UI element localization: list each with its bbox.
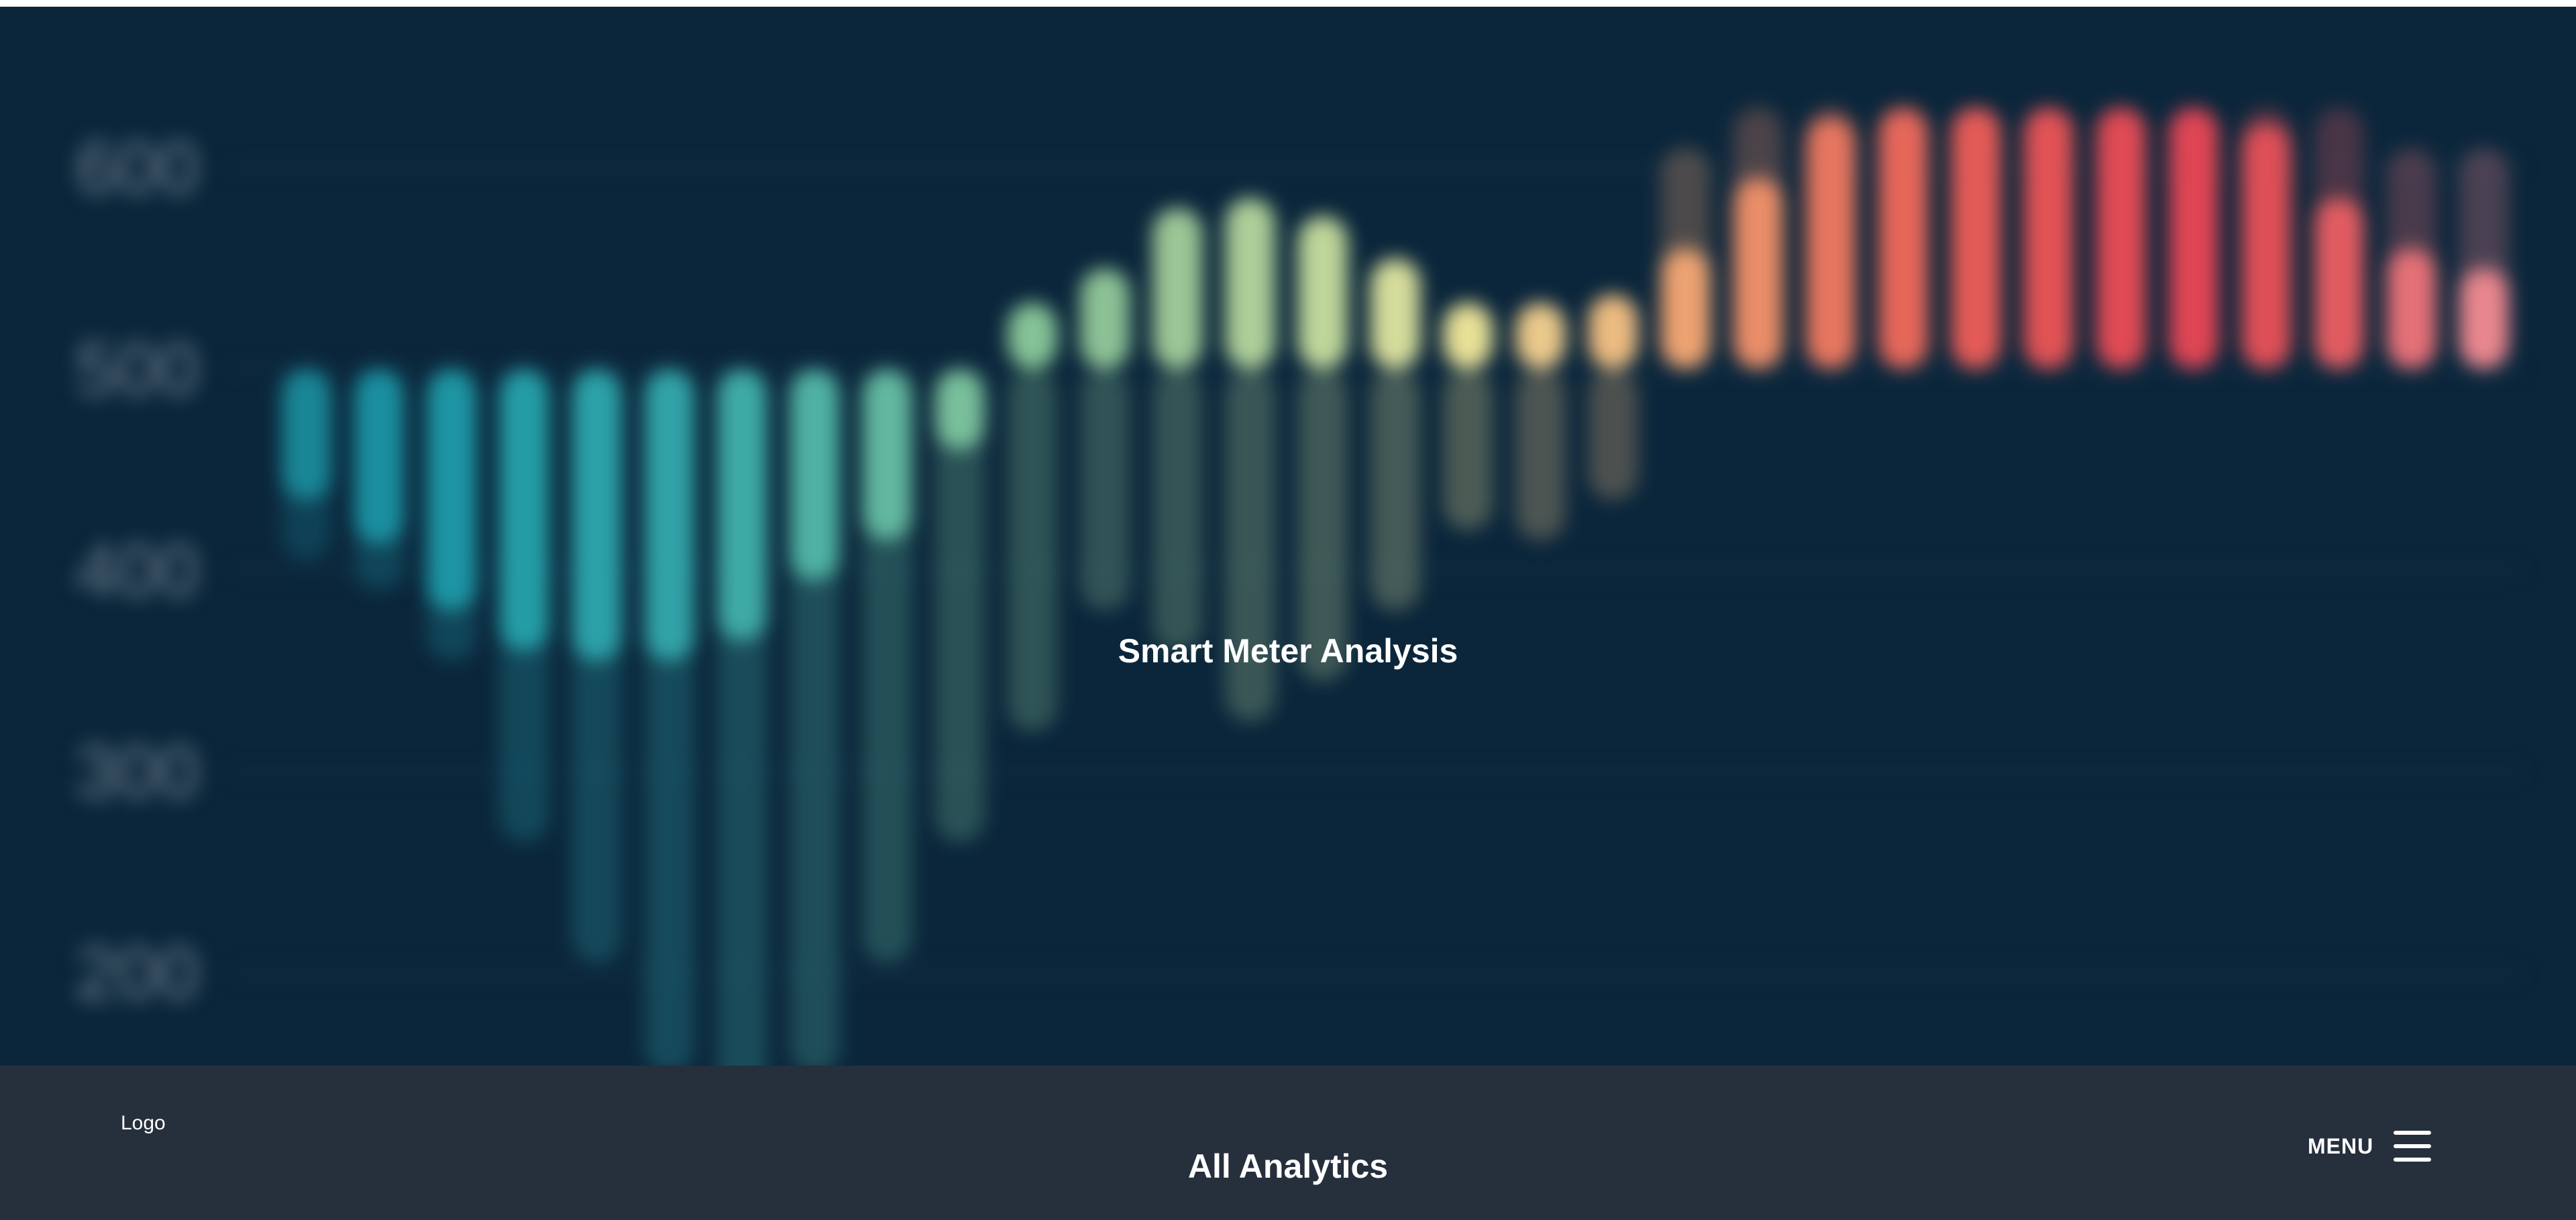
chart-bar [354,369,405,544]
chart-bar [2386,248,2436,369]
ghost-bar [1443,369,1493,530]
chart-bar [717,369,767,641]
chart-bar [2023,107,2074,369]
ghost-bar [1371,369,1420,611]
y-tick-label: 200 [76,932,199,1015]
chart-bar [1371,258,1420,369]
chart-bar [1588,295,1638,369]
footer-bar: Logo All Analytics MENU [0,1066,2576,1220]
hero-title: Smart Meter Analysis [1118,632,1458,670]
chart-bar [1806,117,1856,369]
all-analytics-link[interactable]: All Analytics [1188,1148,1388,1185]
chart-bar [862,369,912,540]
ghost-bar [1152,369,1203,651]
menu-button[interactable]: MENU [2308,1126,2432,1166]
y-tick-label: 600 [76,127,199,209]
footer-title-wrap: All Analytics [0,1146,2576,1186]
top-strip [0,0,2576,7]
ghost-bar [1008,369,1057,731]
chart-bar [1008,303,1057,369]
chart-bar [427,369,477,611]
ghost-bar [1588,369,1638,500]
y-tick-label: 400 [76,529,199,612]
hero-background-chart: 600500400300200100 [0,7,2576,1220]
chart-bar [2459,268,2509,369]
chart-bar [1297,216,1348,369]
chart-bar [1878,107,1929,369]
chart-bar [1951,107,2001,369]
ghost-bar [1515,369,1566,540]
chart-bar [499,369,549,651]
logo[interactable]: Logo [121,1111,166,1135]
chart-bar [1660,248,1711,369]
chart-bar [2169,107,2219,369]
chart-bar [1080,268,1130,369]
chart-bar [1443,303,1493,369]
chart-bar [790,369,840,580]
menu-label: MENU [2308,1133,2374,1158]
chart-bar [1733,178,1783,369]
chart-bar [2241,123,2292,369]
hero-section: 600500400300200100 Smart Meter Analysis [0,7,2576,1220]
y-tick-label: 500 [76,328,199,411]
chart-bar [1515,303,1566,369]
ghost-bar [1080,369,1130,611]
chart-bar [2314,198,2364,369]
background-bar-chart: 600500400300200100 [76,107,2522,1216]
chart-bar [282,369,331,500]
y-tick-label: 300 [76,731,199,813]
chart-bar [572,369,622,661]
chart-bar [1225,198,1275,369]
chart-bar [934,369,985,450]
hamburger-icon [2394,1131,2432,1162]
chart-bar [2096,107,2146,369]
chart-bar [1152,208,1203,369]
chart-bar [645,369,694,661]
